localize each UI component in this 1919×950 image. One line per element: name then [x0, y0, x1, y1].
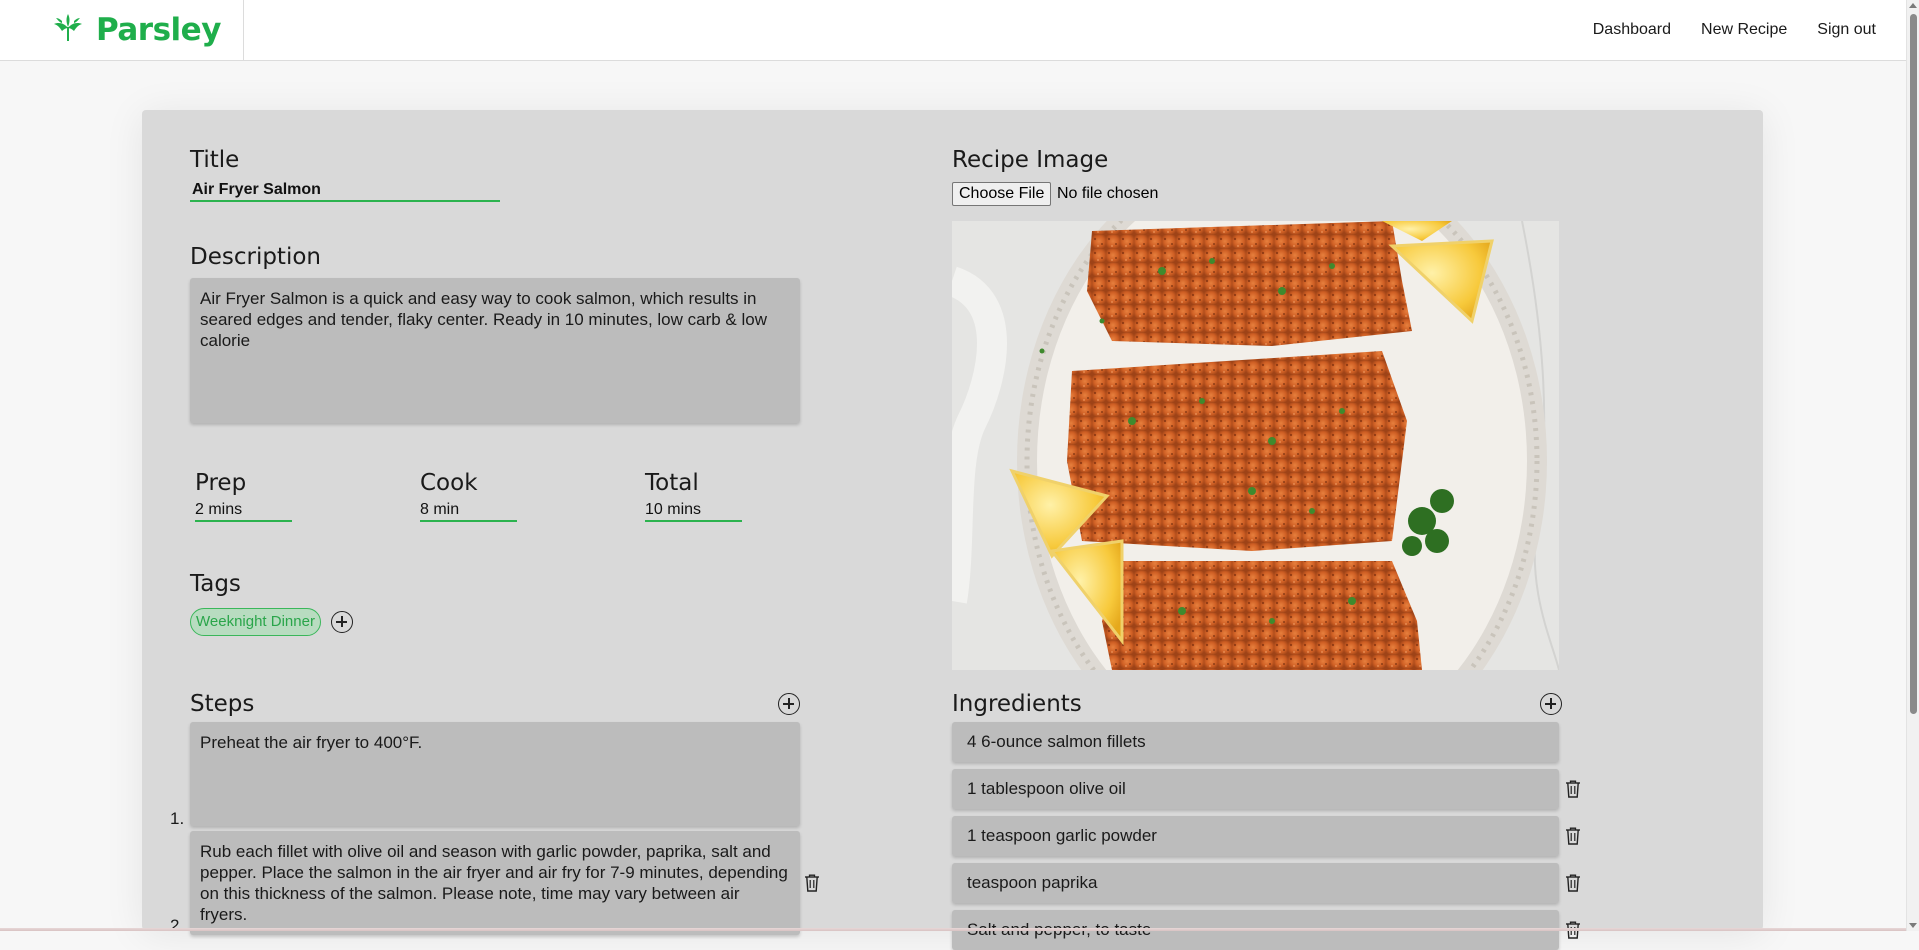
total-input[interactable] [645, 500, 742, 522]
add-step-icon[interactable] [778, 693, 800, 715]
steps-label: Steps [190, 691, 255, 717]
ingredient-item[interactable]: 4 6-ounce salmon fillets [952, 722, 1559, 762]
prep-label: Prep [195, 470, 247, 496]
ingredient-item[interactable]: 1 teaspoon garlic powder [952, 816, 1559, 856]
ingredients-label: Ingredients [952, 691, 1082, 717]
nav-sign-out[interactable]: Sign out [1817, 21, 1876, 39]
description-textarea[interactable]: Air Fryer Salmon is a quick and easy way… [190, 278, 800, 423]
delete-step-trash-icon[interactable] [804, 874, 820, 892]
step-textarea[interactable]: Preheat the air fryer to 400°F. [190, 722, 800, 826]
step-number: 1. [170, 809, 185, 828]
salmon-photo-image [952, 221, 1559, 670]
recipe-form-card: Title Description Air Fryer Salmon is a … [142, 110, 1763, 950]
brand-name: Parsley [96, 12, 221, 48]
add-ingredient-icon[interactable] [1540, 693, 1562, 715]
ingredient-item[interactable]: teaspoon paprika [952, 863, 1559, 903]
top-navbar: Parsley Dashboard New Recipe Sign out [0, 0, 1906, 61]
tag-pill[interactable]: Weeknight Dinner [190, 608, 321, 636]
file-status-text: No file chosen [1057, 185, 1159, 202]
nav-dashboard[interactable]: Dashboard [1593, 21, 1671, 39]
cook-input[interactable] [420, 500, 517, 522]
scroll-down-arrow-icon[interactable] [1909, 923, 1917, 928]
add-tag-icon[interactable] [331, 611, 353, 633]
step-textarea[interactable]: Rub each fillet with olive oil and seaso… [190, 831, 800, 935]
tags-label: Tags [190, 571, 241, 597]
recipe-image-label: Recipe Image [952, 147, 1109, 173]
prep-input[interactable] [195, 500, 292, 522]
delete-ingredient-trash-icon[interactable] [1565, 780, 1581, 798]
recipe-photo [952, 221, 1559, 670]
brand[interactable]: Parsley [0, 0, 244, 60]
title-input[interactable] [190, 180, 500, 202]
nav-new-recipe[interactable]: New Recipe [1701, 21, 1787, 39]
page-scrollbar[interactable] [1906, 0, 1919, 931]
total-label: Total [645, 470, 699, 496]
cook-label: Cook [420, 470, 478, 496]
scrollbar-thumb[interactable] [1910, 14, 1917, 714]
step-number: 2. [170, 916, 185, 935]
ingredient-item[interactable]: 1 tablespoon olive oil [952, 769, 1559, 809]
choose-file-button[interactable]: Choose File [952, 182, 1052, 206]
main-nav: Dashboard New Recipe Sign out [1593, 21, 1876, 39]
title-label: Title [190, 147, 240, 173]
scroll-up-arrow-icon[interactable] [1909, 3, 1917, 8]
description-label: Description [190, 244, 321, 270]
delete-ingredient-trash-icon[interactable] [1565, 874, 1581, 892]
delete-ingredient-trash-icon[interactable] [1565, 827, 1581, 845]
parsley-leaf-icon [54, 14, 82, 41]
